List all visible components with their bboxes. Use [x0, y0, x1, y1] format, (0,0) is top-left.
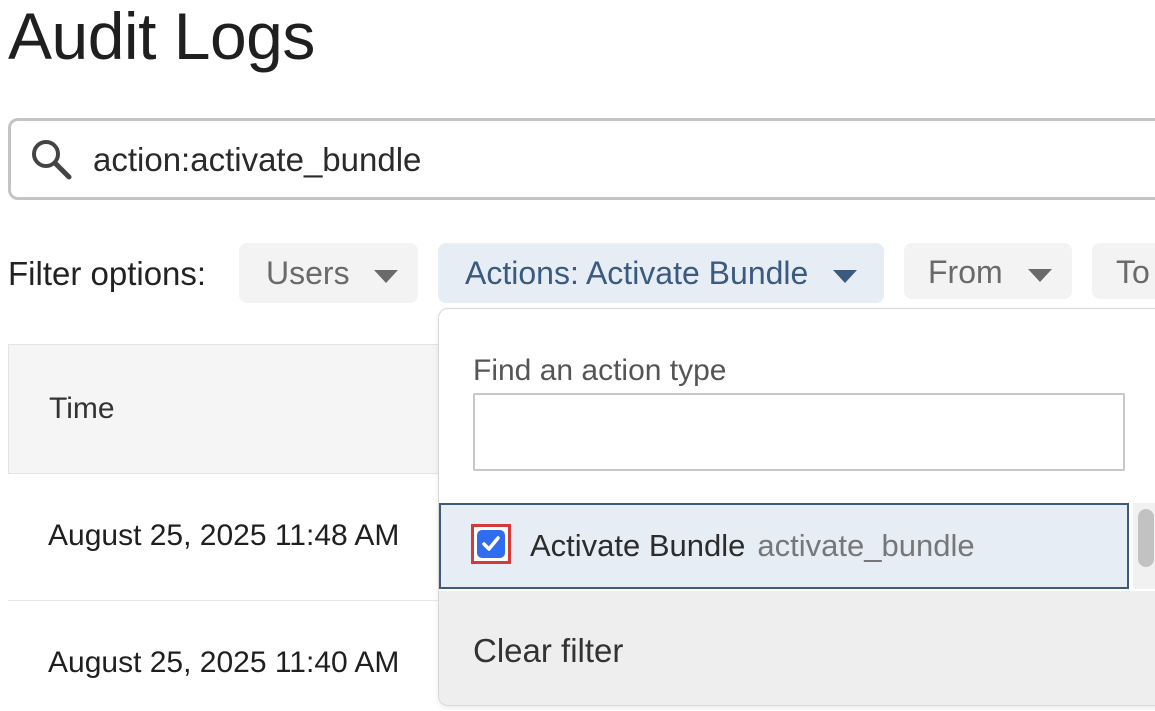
option-code: activate_bundle	[757, 528, 975, 563]
checkmark-icon	[477, 530, 505, 558]
users-filter-label: Users	[266, 255, 350, 291]
search-input[interactable]: action:activate_bundle	[93, 139, 421, 181]
column-header-time: Time	[49, 392, 115, 425]
chevron-down-icon	[833, 243, 858, 303]
chevron-down-icon	[1027, 243, 1052, 299]
dropdown-scrollbar-thumb[interactable]	[1138, 509, 1154, 567]
audit-logs-page: Audit Logs action:activate_bundle Filter…	[0, 0, 1155, 711]
search-icon	[29, 137, 73, 181]
find-action-label: Find an action type	[473, 354, 727, 387]
page-title: Audit Logs	[8, 0, 315, 73]
filter-options-label: Filter options:	[8, 255, 207, 292]
option-checkbox[interactable]	[471, 524, 511, 564]
chevron-down-icon	[374, 243, 399, 303]
option-name: Activate Bundle	[530, 528, 746, 563]
option-label: Activate Bundle activate_bundle	[530, 525, 975, 567]
clear-filter-label: Clear filter	[473, 632, 624, 669]
find-action-input[interactable]	[473, 393, 1125, 471]
action-option-activate-bundle[interactable]: Activate Bundle activate_bundle	[439, 503, 1129, 589]
actions-dropdown: Find an action type Activate Bundle activ…	[438, 308, 1155, 706]
to-filter-label: To	[1116, 254, 1150, 290]
to-filter-button[interactable]: To	[1092, 243, 1155, 299]
row-time: August 25, 2025 11:40 AM	[48, 646, 400, 679]
search-bar[interactable]: action:activate_bundle	[8, 118, 1155, 200]
from-filter-label: From	[928, 254, 1003, 290]
row-time: August 25, 2025 11:48 AM	[48, 519, 400, 552]
clear-filter-button[interactable]: Clear filter	[439, 591, 1155, 705]
from-filter-button[interactable]: From	[904, 243, 1072, 299]
users-filter-button[interactable]: Users	[239, 243, 418, 303]
actions-filter-button[interactable]: Actions: Activate Bundle	[438, 243, 884, 303]
actions-filter-label: Actions: Activate Bundle	[465, 255, 809, 291]
